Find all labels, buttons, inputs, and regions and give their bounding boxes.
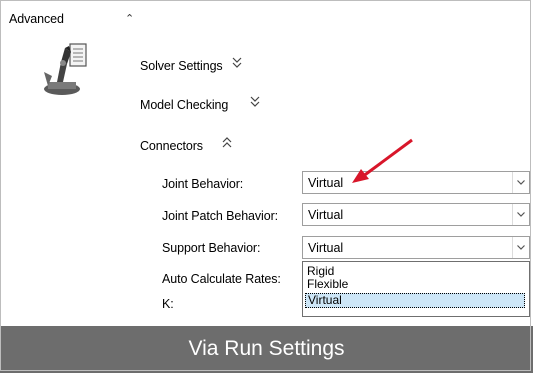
window-frame xyxy=(0,0,531,371)
